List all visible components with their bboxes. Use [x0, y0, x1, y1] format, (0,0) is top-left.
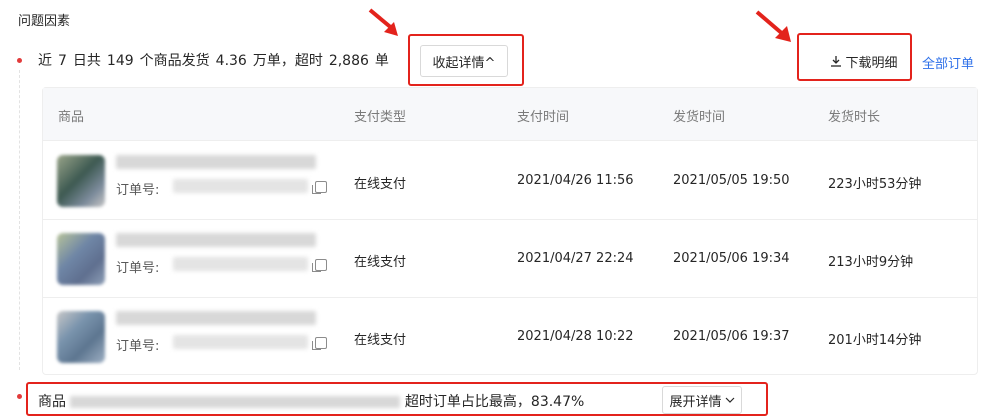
summary-overdue: 2,886 — [328, 53, 369, 69]
ship-time: 2021/05/06 19:34 — [673, 251, 790, 266]
product-name — [116, 155, 316, 169]
expand-details-button[interactable]: 展开详情 — [662, 386, 742, 414]
order-number — [173, 179, 308, 193]
summary-line: 近 7 日共 149 个商品发货 4.36 万单，超时 2,886 单 — [38, 50, 395, 70]
overdue-orders-table: 商品 支付类型 支付时间 发货时间 发货时长 订单号: 在线支付 2021/04… — [42, 87, 978, 375]
pay-type: 在线支付 — [354, 333, 407, 348]
download-button-label: 下载明细 — [845, 55, 898, 71]
pay-time: 2021/04/27 22:24 — [517, 251, 634, 266]
pay-type: 在线支付 — [354, 255, 407, 270]
summary-text: 近 — [38, 53, 52, 69]
product-thumbnail — [57, 311, 105, 363]
product-prefix: 商品 — [38, 394, 66, 410]
chevron-down-icon — [725, 397, 734, 403]
column-header: 发货时间 — [673, 110, 726, 125]
collapse-details-button[interactable]: 收起详情^ — [420, 45, 508, 77]
product-thumbnail — [57, 233, 105, 285]
summary-shipped: 4.36 — [215, 53, 247, 69]
summary-days: 7 — [58, 53, 67, 69]
column-header: 支付时间 — [517, 110, 570, 125]
next-product-summary: 商品 超时订单占比最高，83.47% — [38, 391, 584, 411]
order-number-label: 订单号: — [116, 339, 160, 354]
table-row: 订单号: 在线支付 2021/04/27 22:24 2021/05/06 19… — [43, 219, 977, 298]
product-name — [116, 233, 316, 247]
table-header: 商品 支付类型 支付时间 发货时间 发货时长 — [43, 88, 977, 141]
ship-time: 2021/05/06 19:37 — [673, 329, 790, 344]
all-orders-link[interactable]: 全部订单 — [922, 53, 974, 72]
collapse-button-label: 收起详情^ — [432, 55, 496, 71]
summary-text: 单 — [374, 53, 389, 69]
timeline-dot — [17, 394, 22, 399]
order-number-label: 订单号: — [116, 183, 160, 198]
pay-time: 2021/04/28 10:22 — [517, 329, 634, 344]
summary-text: 个商品发货 — [139, 53, 210, 69]
column-header: 商品 — [58, 110, 85, 125]
annotation-arrow-icon — [755, 10, 791, 42]
table-row: 订单号: 在线支付 2021/04/26 11:56 2021/05/05 19… — [43, 141, 977, 220]
copy-icon[interactable] — [312, 337, 327, 350]
next-product-row: 商品 超时订单占比最高，83.47% 展开详情 — [26, 382, 768, 416]
ship-duration: 213小时9分钟 — [828, 255, 914, 270]
download-icon — [831, 56, 842, 67]
expand-button-label: 展开详情 — [669, 394, 722, 410]
summary-products: 149 — [106, 53, 134, 69]
table-row: 订单号: 在线支付 2021/04/28 10:22 2021/05/06 19… — [43, 297, 977, 375]
ship-time: 2021/05/05 19:50 — [673, 173, 790, 188]
summary-text: 万单，超时 — [252, 53, 323, 69]
summary-text: 日共 — [72, 53, 101, 69]
pay-type: 在线支付 — [354, 177, 407, 192]
timeline-line — [19, 70, 20, 370]
copy-icon[interactable] — [312, 181, 327, 194]
blurred-product-name — [70, 396, 401, 408]
product-name — [116, 311, 316, 325]
column-header: 发货时长 — [828, 110, 881, 125]
section-title: 问题因素 — [18, 14, 71, 29]
order-number — [173, 257, 308, 271]
ship-duration: 201小时14分钟 — [828, 333, 922, 348]
product-thumbnail — [57, 155, 105, 207]
ship-duration: 223小时53分钟 — [828, 177, 922, 192]
order-number — [173, 335, 308, 349]
timeline-dot — [17, 58, 22, 63]
overdue-ratio: 超时订单占比最高，83.47% — [404, 394, 585, 410]
download-details-button[interactable]: 下载明细 — [822, 47, 906, 75]
copy-icon[interactable] — [312, 259, 327, 272]
order-number-label: 订单号: — [116, 261, 160, 276]
annotation-arrow-icon — [368, 8, 398, 36]
column-header: 支付类型 — [354, 110, 407, 125]
pay-time: 2021/04/26 11:56 — [517, 173, 634, 188]
